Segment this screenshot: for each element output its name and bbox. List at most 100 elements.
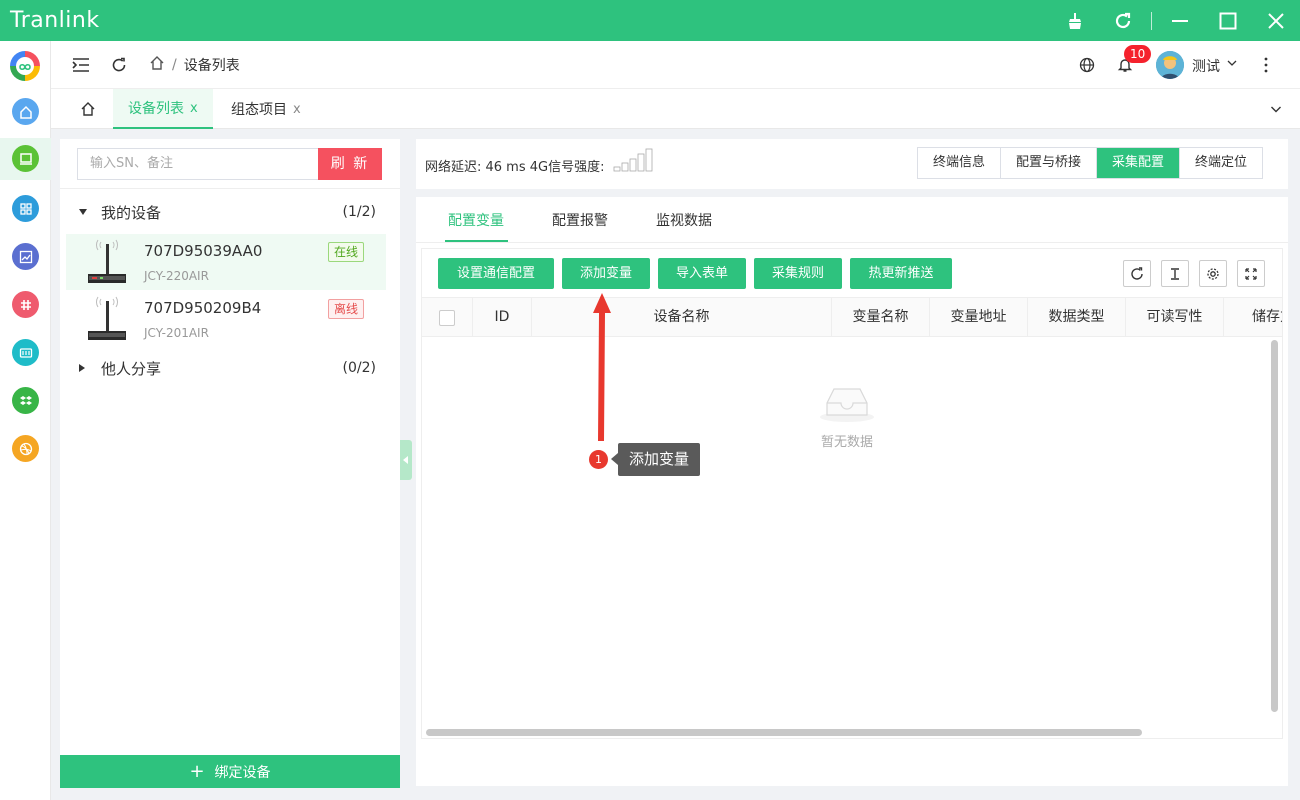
tree-group-my-devices[interactable]: 我的设备 (1/2) xyxy=(60,197,400,227)
device-panel: 输入SN、备注 刷 新 我的设备 (1/2) 707D95039AA0 JCY-… xyxy=(60,139,400,788)
tree-group-shared[interactable]: 他人分享 (0/2) xyxy=(60,353,400,383)
column-header-variable-address[interactable]: 变量地址 xyxy=(930,298,1028,336)
nav-rail xyxy=(0,41,51,800)
subtab-config-variables[interactable]: 配置变量 xyxy=(448,210,504,230)
chart-icon[interactable] xyxy=(12,243,39,270)
seg-terminal-location[interactable]: 终端定位 xyxy=(1180,148,1262,178)
table-toolbar: 设置通信配置 添加变量 导入表单 采集规则 热更新推送 xyxy=(422,249,1282,297)
seg-collect-config[interactable]: 采集配置 xyxy=(1097,148,1181,178)
device-item[interactable]: 707D95039AA0 JCY-220AIR 在线 xyxy=(66,234,386,290)
breadcrumb-current: 设备列表 xyxy=(183,58,240,74)
comm-config-button[interactable]: 设置通信配置 xyxy=(438,258,554,289)
collect-rules-button[interactable]: 采集规则 xyxy=(754,258,842,289)
logo-icon xyxy=(10,51,40,81)
refresh-icon[interactable] xyxy=(109,55,129,75)
network-status: 网络延迟: 46 ms 4G信号强度: xyxy=(425,160,605,175)
tab-label: 设备列表 xyxy=(128,101,184,117)
search-input[interactable]: 输入SN、备注 xyxy=(77,148,319,180)
caret-down-icon xyxy=(79,209,87,215)
home-icon[interactable] xyxy=(12,98,39,125)
breadcrumb: / 设备列表 xyxy=(149,55,240,75)
bind-label: 绑定设备 xyxy=(214,764,271,781)
globe-icon[interactable] xyxy=(1077,55,1097,75)
select-all-cell xyxy=(422,298,473,336)
table-header: ID 设备名称 变量名称 变量地址 数据类型 可读写性 储存方 xyxy=(422,297,1282,337)
page-tabs: 设备列表 x 组态项目 x xyxy=(51,89,1300,129)
tab-close-icon[interactable]: x xyxy=(293,102,301,117)
settings-icon[interactable] xyxy=(1199,260,1227,287)
window-controls xyxy=(1051,0,1300,41)
column-header-data-type[interactable]: 数据类型 xyxy=(1028,298,1126,336)
add-variable-button[interactable]: 添加变量 xyxy=(562,258,650,289)
subtab-config-alarms[interactable]: 配置报警 xyxy=(552,210,608,230)
more-vertical-icon[interactable] xyxy=(1261,56,1271,78)
empty-inbox-icon xyxy=(820,388,874,422)
menu-fold-icon[interactable] xyxy=(71,55,91,75)
status-badge: 在线 xyxy=(328,242,365,262)
column-header-device-name[interactable]: 设备名称 xyxy=(532,298,832,336)
device-sn: 707D95039AA0 xyxy=(144,242,263,260)
dropbox-icon[interactable] xyxy=(12,387,39,414)
window-separator xyxy=(1151,11,1152,30)
router-icon xyxy=(88,296,126,340)
empty-text: 暂无数据 xyxy=(820,435,873,450)
tabs-dropdown-icon[interactable] xyxy=(1270,103,1282,119)
maximize-icon[interactable] xyxy=(1204,0,1252,41)
config-subtabs: 配置变量 配置报警 监视数据 xyxy=(416,197,1288,243)
avatar[interactable] xyxy=(1156,51,1184,79)
tab-device-list[interactable]: 设备列表 x xyxy=(113,89,213,129)
title-bar: Tranlink xyxy=(0,0,1300,41)
info-segment-group: 终端信息 配置与桥接 采集配置 终端定位 xyxy=(917,147,1264,179)
refresh-button[interactable]: 刷 新 xyxy=(318,148,382,180)
device-info-bar: 网络延迟: 46 ms 4G信号强度: 终端信息 配置与桥接 采集配置 终端定位 xyxy=(416,139,1288,189)
import-form-button[interactable]: 导入表单 xyxy=(658,258,746,289)
column-header-variable-name[interactable]: 变量名称 xyxy=(832,298,930,336)
group-count: (1/2) xyxy=(342,204,376,220)
bind-device-button[interactable]: + 绑定设备 xyxy=(60,755,400,788)
caret-left-icon xyxy=(403,456,408,464)
tab-close-icon[interactable]: x xyxy=(190,101,198,116)
divider xyxy=(60,188,400,189)
tab-config-project[interactable]: 组态项目 x xyxy=(216,89,316,129)
variables-table: 设置通信配置 添加变量 导入表单 采集规则 热更新推送 ID 设备名称 变量名称… xyxy=(421,248,1283,739)
close-icon[interactable] xyxy=(1252,0,1300,41)
panel-collapse-handle[interactable] xyxy=(400,440,412,480)
group-label: 他人分享 xyxy=(101,359,162,378)
select-all-checkbox[interactable] xyxy=(439,310,455,326)
hot-update-push-button[interactable]: 热更新推送 xyxy=(850,258,952,289)
column-header-storage[interactable]: 储存方 xyxy=(1224,298,1282,336)
reload-icon[interactable] xyxy=(1099,0,1147,41)
tab-home[interactable] xyxy=(73,89,103,129)
table-refresh-icon[interactable] xyxy=(1123,260,1151,287)
column-header-id[interactable]: ID xyxy=(473,298,532,336)
top-header: / 设备列表 10 测试 xyxy=(51,41,1300,89)
seg-config-bridge[interactable]: 配置与桥接 xyxy=(1001,148,1098,178)
status-badge: 离线 xyxy=(328,299,365,319)
column-height-icon[interactable] xyxy=(1161,260,1189,287)
slack-icon[interactable] xyxy=(12,291,39,318)
active-tab-underline xyxy=(445,240,508,242)
seg-terminal-info[interactable]: 终端信息 xyxy=(918,148,1002,178)
annotation-tooltip: 添加变量 xyxy=(618,443,700,476)
apps-icon[interactable] xyxy=(12,195,39,222)
clean-icon[interactable] xyxy=(1051,0,1099,41)
annotation-step-badge: 1 xyxy=(589,450,608,469)
subtab-monitor-data[interactable]: 监视数据 xyxy=(656,210,712,230)
signal-strength-icon xyxy=(613,148,653,172)
vertical-scrollbar[interactable] xyxy=(1271,340,1278,712)
breadcrumb-separator: / xyxy=(172,57,177,73)
breadcrumb-home-icon[interactable] xyxy=(149,55,165,75)
device-icon[interactable] xyxy=(12,145,39,172)
column-header-read-write[interactable]: 可读写性 xyxy=(1126,298,1224,336)
minimize-icon[interactable] xyxy=(1156,0,1204,41)
chevron-down-icon[interactable] xyxy=(1227,56,1237,72)
media-icon[interactable] xyxy=(12,339,39,366)
annotation-arrow-icon xyxy=(593,293,611,441)
dribbble-icon[interactable] xyxy=(12,435,39,462)
username[interactable]: 测试 xyxy=(1192,56,1220,76)
device-item[interactable]: 707D950209B4 JCY-201AIR 离线 xyxy=(66,291,386,347)
device-sn: 707D950209B4 xyxy=(144,299,262,317)
notification-badge: 10 xyxy=(1124,45,1152,63)
fullscreen-icon[interactable] xyxy=(1237,260,1265,287)
horizontal-scrollbar[interactable] xyxy=(426,729,1142,736)
